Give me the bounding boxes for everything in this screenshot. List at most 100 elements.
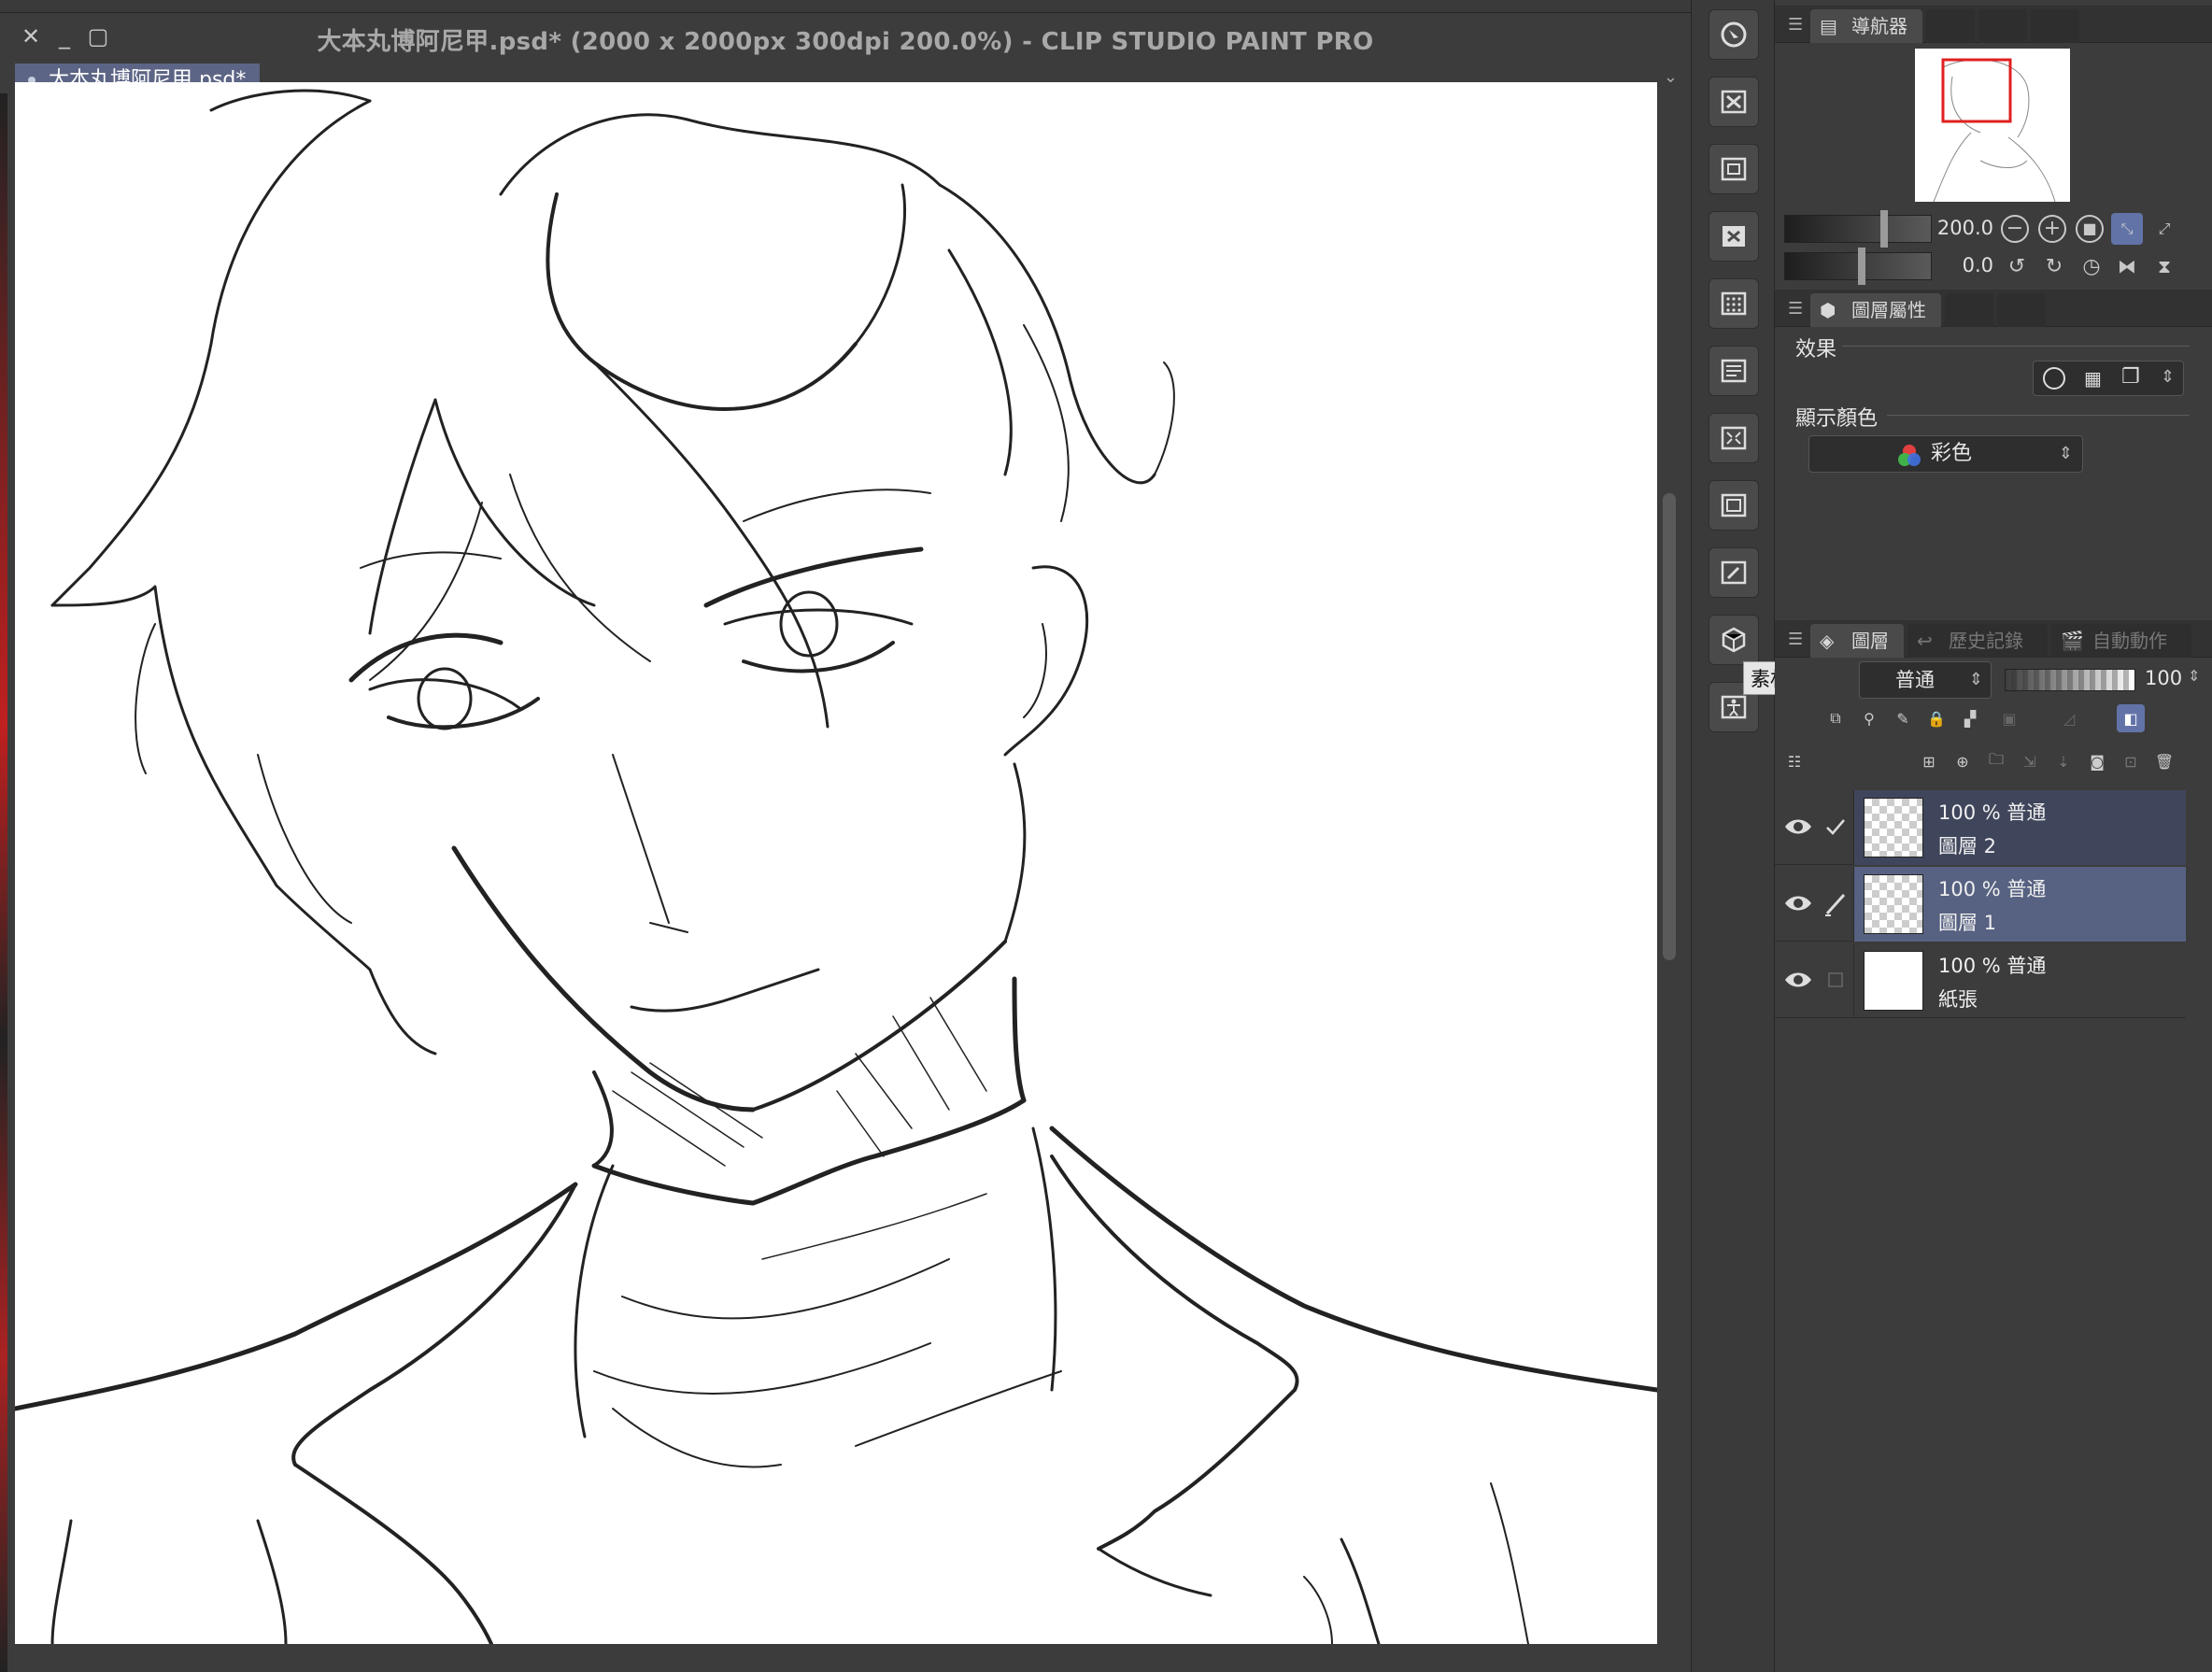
- clip-to-layer-below-icon[interactable]: ⧉: [1822, 704, 1850, 732]
- zoom-in-icon[interactable]: +: [2038, 215, 2066, 243]
- new-folder-icon[interactable]: 🗀: [1982, 747, 2010, 775]
- lock-transparent-icon[interactable]: ▞: [1956, 704, 1984, 732]
- zoom-value[interactable]: 200.0: [1926, 217, 1993, 239]
- mask-enable-icon[interactable]: ▣: [1995, 704, 2023, 732]
- new-vector-layer-icon[interactable]: ⊕: [1949, 747, 1977, 775]
- drawing-canvas[interactable]: [15, 82, 1657, 1644]
- subview-icon[interactable]: [1709, 77, 1759, 127]
- check-icon[interactable]: [1822, 811, 1850, 843]
- fit-view-icon[interactable]: ■: [2076, 215, 2104, 243]
- tab-history[interactable]: ↩ 歷史記錄: [1907, 624, 2048, 658]
- layer-property-icon[interactable]: [1709, 346, 1759, 396]
- vertical-scrollbar[interactable]: [1659, 82, 1680, 1659]
- flip-horizontal-icon[interactable]: ⧓: [2111, 250, 2143, 282]
- layer-list-icon[interactable]: ☷: [1780, 747, 1808, 775]
- layer-thumbnail: [1864, 951, 1923, 1011]
- layer-icon[interactable]: [1709, 480, 1759, 531]
- layer-color-effect-icon[interactable]: ❐: [2121, 365, 2140, 389]
- transfer-to-lower-icon[interactable]: ⇲: [2016, 747, 2044, 775]
- layer-info[interactable]: 100 % 普通 圖層 1: [1853, 867, 2186, 942]
- layer-toolbar-row-2: ☷ ⊞ ⊕ 🗀 ⇲ ⇣ ◙ ⊡ 🗑: [1775, 747, 2212, 785]
- horizontal-scrollbar[interactable]: [15, 1644, 1657, 1659]
- layer-info[interactable]: 100 % 普通 紙張: [1853, 943, 2186, 1018]
- effect-label: 效果: [1795, 338, 1837, 361]
- layer-row[interactable]: 100 % 普通 紙張: [1775, 943, 2186, 1018]
- sketch-drawing: [15, 89, 1657, 1644]
- chevron-updown-icon[interactable]: ⇕: [2161, 367, 2175, 387]
- tab-navigator[interactable]: ▤ 導航器: [1810, 9, 1922, 43]
- tab-auto-action[interactable]: 🎬 自動動作: [2051, 624, 2191, 658]
- rotate-value[interactable]: 0.0: [1926, 254, 1993, 276]
- zoom-slider[interactable]: [1784, 210, 1932, 248]
- create-mask-icon[interactable]: ◙: [2083, 747, 2111, 775]
- tab-search[interactable]: [1997, 293, 2046, 327]
- opacity-value[interactable]: 100: [2145, 667, 2182, 689]
- empty-checkbox-icon[interactable]: [1822, 964, 1850, 996]
- background-app-edge: [0, 93, 7, 1672]
- zoom-slider-handle[interactable]: [1880, 210, 1888, 248]
- tab-info[interactable]: [1978, 9, 2027, 43]
- chevron-updown-icon: ⇕: [1968, 670, 1983, 689]
- edit-icon[interactable]: [1709, 547, 1759, 598]
- eye-icon[interactable]: [1782, 813, 1814, 841]
- window-title: 大本丸博阿尼甲.psd* (2000 x 2000px 300dpi 200.0…: [317, 28, 1374, 56]
- opacity-stepper-icon[interactable]: ⇕: [2188, 667, 2200, 685]
- info-icon[interactable]: [1709, 144, 1759, 194]
- merge-down-icon[interactable]: ⇣: [2049, 747, 2077, 775]
- lock-layer-icon[interactable]: 🔒: [1922, 704, 1950, 732]
- tone-icon[interactable]: [1709, 278, 1759, 329]
- eye-icon[interactable]: [1782, 966, 1814, 994]
- rotate-slider-handle[interactable]: [1858, 248, 1865, 285]
- tab-color-mix[interactable]: [1945, 293, 1993, 327]
- auto-action-tab-icon: 🎬: [2061, 630, 2084, 652]
- new-raster-layer-icon[interactable]: ⊞: [1915, 747, 1943, 775]
- rotate-left-icon[interactable]: ↺: [2001, 250, 2033, 282]
- rotate-slider[interactable]: [1784, 248, 1932, 285]
- layer-toolbar-row-1: ⧉ ⚲ ✎ 🔒 ▞ ▣ ◿ ◧: [1775, 704, 2212, 742]
- pen-icon[interactable]: [1822, 887, 1850, 919]
- tab-layer-property[interactable]: ⬢ 圖層屬性: [1810, 293, 1941, 327]
- reset-rotate-icon[interactable]: ◷: [2076, 250, 2107, 282]
- rotate-right-icon[interactable]: ↻: [2038, 250, 2070, 282]
- layer-color-icon[interactable]: ◧: [2117, 704, 2145, 732]
- tab-subview[interactable]: [1926, 9, 1975, 43]
- trash-icon[interactable]: 🗑: [2150, 747, 2178, 775]
- zoom-out-icon[interactable]: −: [2001, 215, 2029, 243]
- navigator-panel-tabs: ☰ ▤ 導航器: [1775, 6, 2212, 43]
- layer-panel-tabs: ☰ ◈ 圖層 ↩ 歷史記錄 🎬 自動動作: [1775, 620, 2212, 658]
- material-3d-icon[interactable]: [1709, 615, 1759, 665]
- panel-menu-icon[interactable]: ☰: [1788, 15, 1803, 35]
- close-panel-icon[interactable]: [1709, 211, 1759, 262]
- tab-layer[interactable]: ◈ 圖層: [1810, 624, 1904, 658]
- vertical-scroll-thumb[interactable]: [1663, 493, 1676, 960]
- transform-icon[interactable]: [1709, 413, 1759, 463]
- eye-icon[interactable]: [1782, 889, 1814, 917]
- layer-name: 圖層 1: [1938, 912, 1997, 934]
- tone-effect-icon[interactable]: ▦: [2084, 367, 2102, 390]
- opacity-slider[interactable]: [2005, 669, 2135, 691]
- navigator-thumbnail[interactable]: [1915, 49, 2070, 203]
- ruler-display-icon[interactable]: ◿: [2055, 704, 2083, 732]
- divider: [1842, 346, 2190, 347]
- apply-mask-icon[interactable]: ⊡: [2117, 747, 2145, 775]
- layer-row[interactable]: 100 % 普通 圖層 1: [1775, 867, 2186, 942]
- color-circles-icon: [1897, 444, 1921, 468]
- panel-menu-icon[interactable]: ☰: [1788, 630, 1803, 649]
- layer-name: 圖層 2: [1938, 835, 1997, 857]
- reference-layer-icon[interactable]: ⚲: [1855, 704, 1883, 732]
- viewport-frame: [1941, 58, 2012, 123]
- blend-mode-select[interactable]: 普通 ⇕: [1859, 661, 1992, 699]
- layer-tab-icon: ◈: [1820, 630, 1835, 652]
- panel-menu-icon[interactable]: ☰: [1788, 299, 1803, 319]
- effect-selector[interactable]: ▦ ❐ ⇕: [2033, 361, 2184, 396]
- navigator-icon[interactable]: [1709, 9, 1759, 60]
- display-color-select[interactable]: 彩色 ⇕: [1808, 435, 2083, 473]
- actual-size-icon[interactable]: ⤢: [2148, 213, 2180, 245]
- flip-vertical-icon[interactable]: ⧗: [2148, 250, 2180, 282]
- fit-window-icon[interactable]: ⤡: [2111, 213, 2143, 245]
- draft-layer-icon[interactable]: ✎: [1889, 704, 1917, 732]
- tab-other[interactable]: [2031, 9, 2079, 43]
- layer-info[interactable]: 100 % 普通 圖層 2: [1853, 790, 2186, 865]
- layer-row[interactable]: 100 % 普通 圖層 2: [1775, 790, 2186, 865]
- border-effect-icon[interactable]: [2043, 367, 2065, 390]
